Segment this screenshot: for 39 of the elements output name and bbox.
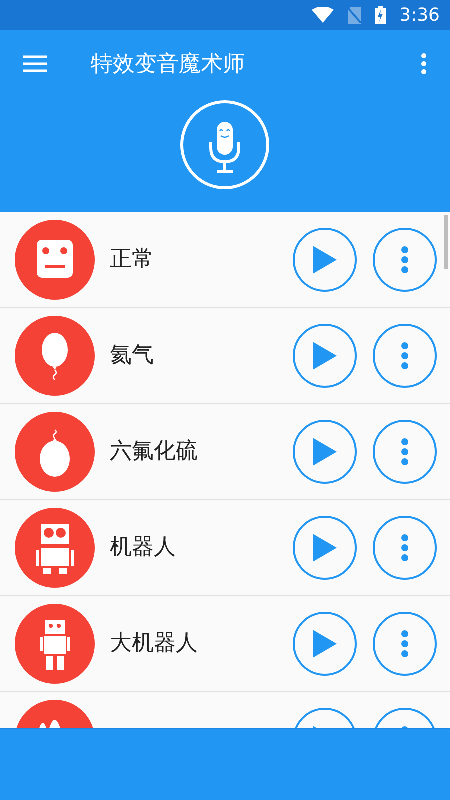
microphone-button[interactable] [180, 100, 270, 190]
play-icon [313, 342, 337, 370]
effect-name: 机器人 [110, 535, 176, 560]
options-button[interactable] [373, 228, 437, 292]
menu-icon[interactable] [23, 55, 47, 73]
options-button[interactable] [373, 612, 437, 676]
robot-icon [15, 604, 95, 684]
effect-name: 氦气 [110, 343, 154, 368]
robot-icon [15, 508, 95, 588]
heavy-balloon-icon [15, 412, 95, 492]
more-options-icon [401, 246, 409, 274]
no-sim-icon [348, 6, 361, 24]
effect-name: 正常 [110, 247, 154, 272]
play-button[interactable] [293, 228, 357, 292]
face-icon [15, 220, 95, 300]
play-button[interactable] [293, 612, 357, 676]
effect-name: 六氟化硫 [110, 439, 198, 464]
play-icon [313, 438, 337, 466]
more-options-icon [401, 438, 409, 466]
scrollbar [444, 215, 448, 269]
play-icon [313, 246, 337, 274]
battery-charging-icon [374, 6, 386, 24]
wifi-icon [312, 7, 334, 23]
options-button[interactable] [373, 420, 437, 484]
more-options-icon [401, 534, 409, 562]
more-options-icon [401, 630, 409, 658]
clock-time: 3:36 [400, 4, 440, 28]
app-title: 特效变音魔术师 [91, 50, 246, 78]
more-options-icon[interactable] [421, 53, 427, 75]
balloon-icon [15, 316, 95, 396]
play-icon [313, 534, 337, 562]
options-button[interactable] [373, 324, 437, 388]
play-icon [313, 630, 337, 658]
options-button[interactable] [373, 516, 437, 580]
play-button[interactable] [293, 516, 357, 580]
more-options-icon [401, 342, 409, 370]
play-button[interactable] [293, 324, 357, 388]
play-button[interactable] [293, 420, 357, 484]
effect-name: 大机器人 [110, 631, 198, 656]
